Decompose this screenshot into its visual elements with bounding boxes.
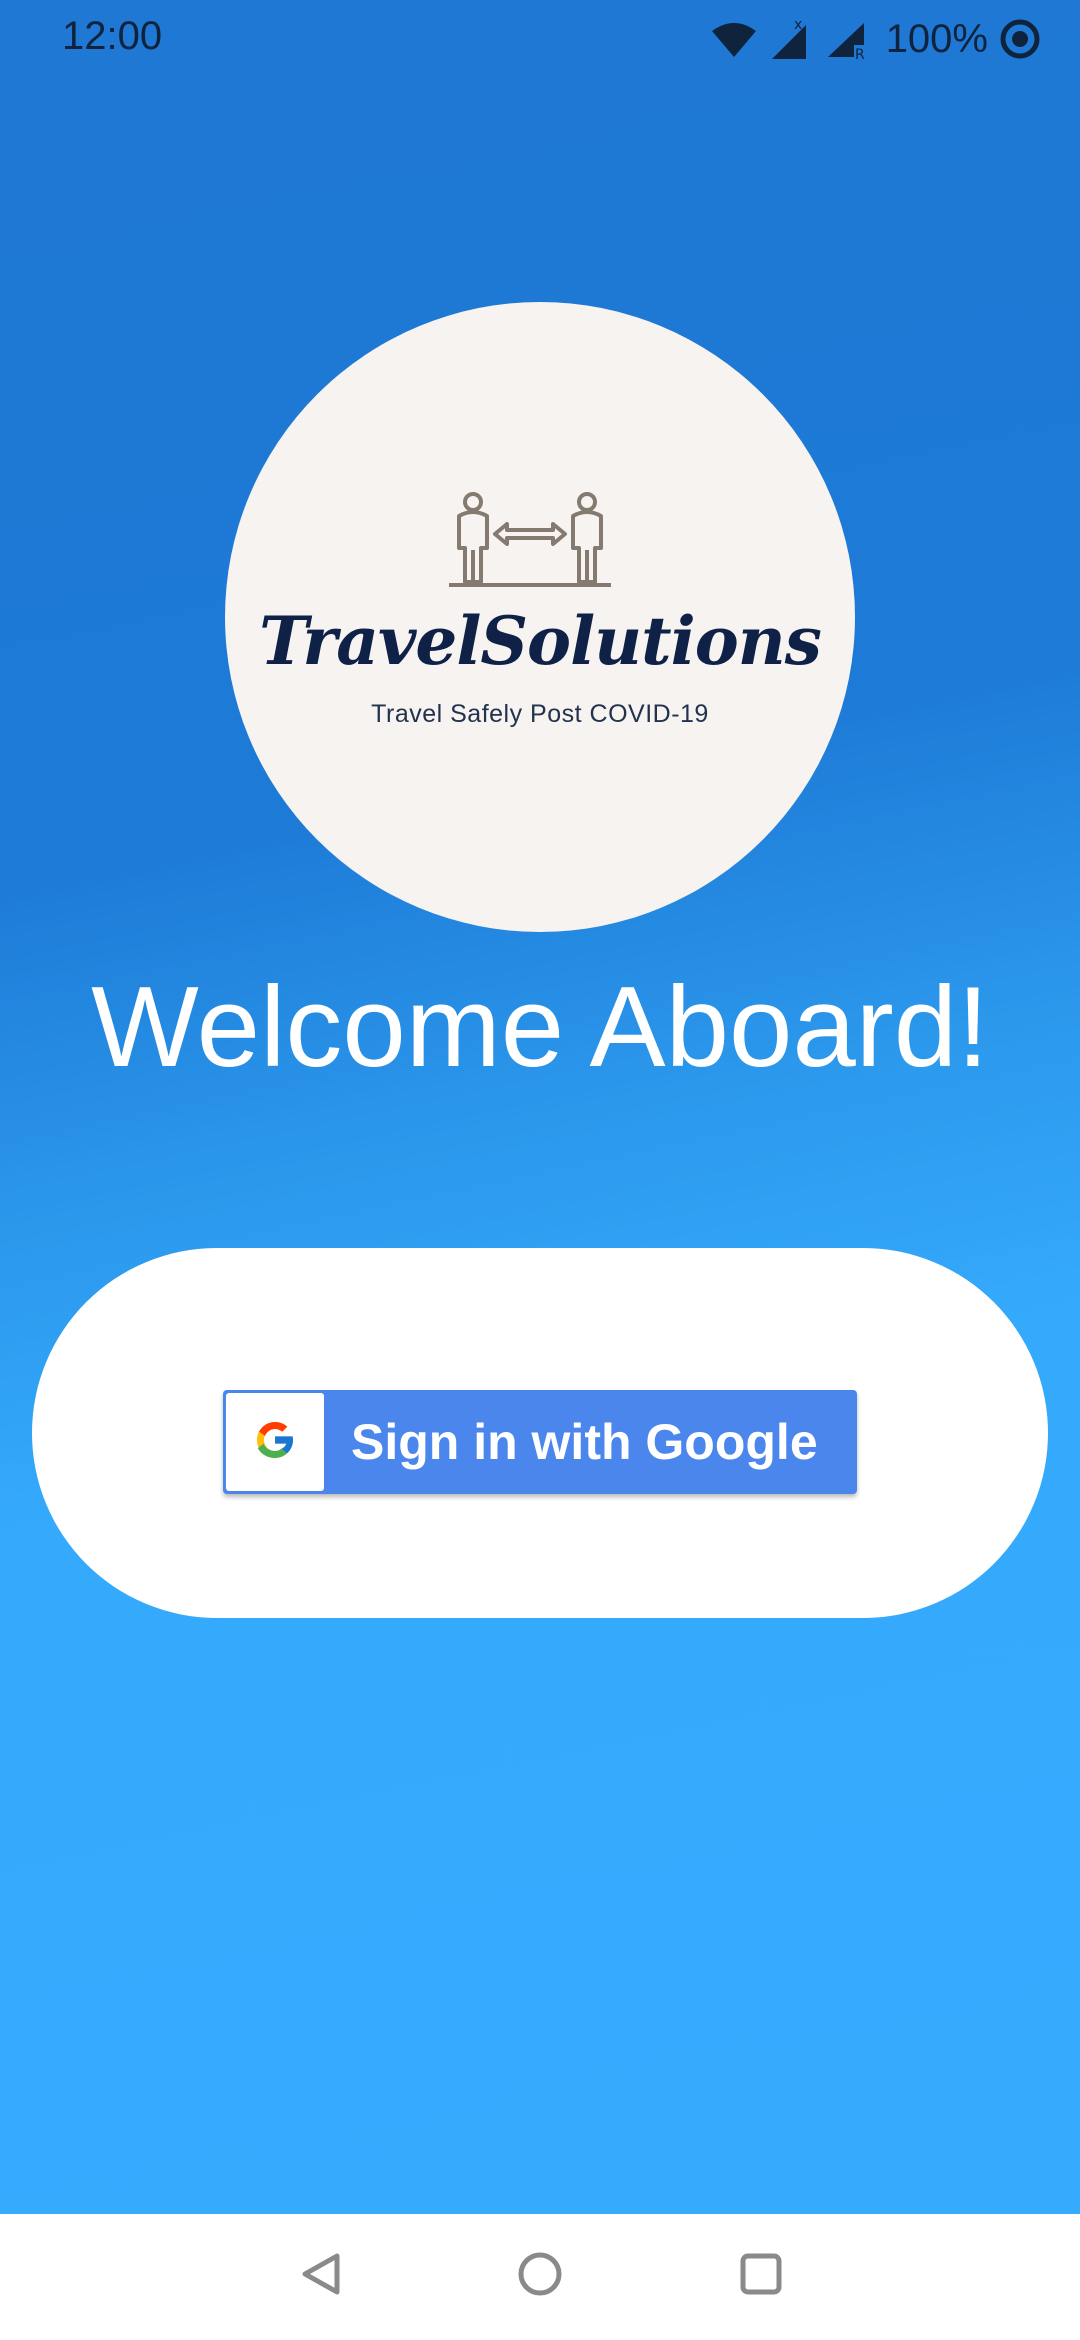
svg-text:R: R [855,47,865,61]
status-bar: 12:00 x R 100% [0,0,1080,78]
google-icon-container [226,1393,324,1491]
recents-button[interactable] [731,2246,791,2306]
status-time: 12:00 [62,14,163,58]
signin-card: Sign in with Google [32,1248,1048,1618]
social-distancing-figures-icon [445,490,615,595]
sync-ring-icon [998,17,1042,61]
battery-percent: 100% [885,16,988,61]
wifi-icon [710,19,758,59]
logo-circle: TravelSolutions Travel Safely Post COVID… [225,302,855,932]
back-button[interactable] [291,2246,351,2306]
back-icon [299,2250,343,2303]
logo-title: TravelSolutions [259,602,822,680]
google-signin-label: Sign in with Google [351,1414,818,1470]
logo-tagline: Travel Safely Post COVID-19 [371,700,709,728]
recents-icon [739,2252,783,2301]
status-icons: x R 100% [710,14,1042,64]
google-signin-button[interactable]: Sign in with Google [223,1390,857,1494]
google-g-icon [251,1416,299,1469]
welcome-heading: Welcome Aboard! [91,964,989,1091]
screen: 12:00 x R 100% TravelSolutions Travel Sa… [0,0,1080,2340]
home-icon [516,2250,564,2303]
home-button[interactable] [510,2246,570,2306]
navigation-bar [0,2214,1080,2340]
svg-text:x: x [794,17,802,33]
cell-signal-roaming-icon: R [824,17,870,61]
cell-signal-x-icon: x [768,17,814,61]
